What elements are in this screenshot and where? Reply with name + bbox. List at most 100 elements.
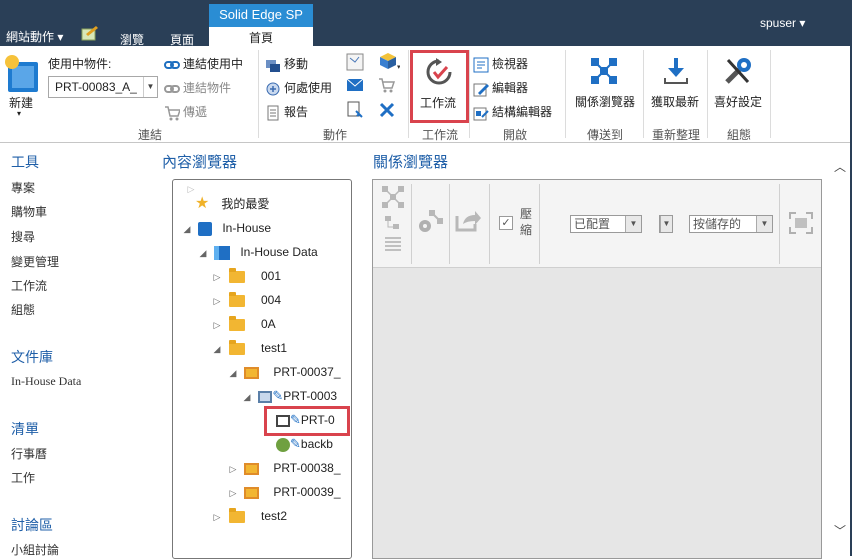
- nav-item-inhouse-data[interactable]: In-House Data: [11, 374, 81, 389]
- structure-editor-label: 結構編輯器: [492, 105, 553, 119]
- link-in-use-button[interactable]: 連結使用中: [164, 55, 243, 73]
- collapse-icon[interactable]: ◢: [227, 363, 239, 383]
- cart-button[interactable]: [378, 77, 396, 96]
- user-menu[interactable]: spuser ▾: [760, 16, 805, 30]
- nav-heading-lists[interactable]: 清單: [11, 419, 39, 439]
- share-button[interactable]: [455, 210, 481, 235]
- link-object-button[interactable]: 連結物件: [164, 79, 231, 97]
- new-button[interactable]: [4, 54, 42, 97]
- report-button[interactable]: 報告: [265, 103, 308, 121]
- tree-item-folder-test1[interactable]: ◢ test1: [211, 338, 287, 358]
- nav-item-project[interactable]: 專案: [11, 179, 35, 196]
- viewer-button[interactable]: 檢視器: [473, 55, 528, 73]
- object-in-use-combo[interactable]: PRT-00083_A_ ▼: [48, 76, 158, 98]
- folder-icon: [229, 267, 245, 283]
- scroll-up-icon[interactable]: ︿: [832, 158, 848, 174]
- get-latest-button[interactable]: 獲取最新: [651, 93, 699, 110]
- delete-button[interactable]: [378, 101, 396, 122]
- link-object-icon: [164, 84, 180, 93]
- relation-browser-panel[interactable]: ✓ 壓縮 已配置 ▼ ▼ 按儲存的 ▼: [372, 179, 822, 559]
- tree-item-inhouse[interactable]: ◢ In-House: [181, 218, 271, 238]
- part-document-icon: [244, 366, 260, 379]
- nav-item-tasks[interactable]: 工作: [11, 469, 35, 486]
- chevron-down-icon[interactable]: ▼: [756, 216, 772, 232]
- tree-item-prt-0003-child[interactable]: ◢ ✎PRT-0003: [241, 386, 338, 407]
- new-dropdown-arrow[interactable]: ▾: [17, 109, 21, 118]
- email-button[interactable]: [346, 77, 364, 96]
- tree-label: 004: [261, 293, 282, 307]
- tree-item-prt-00038[interactable]: ▷ PRT-00038_: [227, 458, 341, 478]
- page-scrollbar[interactable]: ︿ ﹀: [830, 150, 850, 546]
- edit-page-icon[interactable]: [80, 25, 98, 44]
- content-browser-tree[interactable]: ▷ ★ 我的最愛 ◢ In-House ◢ In-House Data ▷ 001 …: [172, 179, 352, 559]
- expand-icon[interactable]: ▷: [211, 267, 223, 287]
- expand-icon[interactable]: ▷: [227, 459, 239, 479]
- save-select[interactable]: 按儲存的 ▼: [689, 215, 773, 233]
- selected-item-highlight: [264, 406, 350, 436]
- nav-heading-library[interactable]: 文件庫: [11, 347, 53, 367]
- nav-item-calendar[interactable]: 行事曆: [11, 445, 47, 462]
- chevron-down-icon[interactable]: ▼: [143, 77, 157, 97]
- expand-icon[interactable]: ▷: [211, 291, 223, 311]
- tab-home[interactable]: 首頁: [209, 26, 313, 48]
- site-actions-menu[interactable]: 網站動作 ▾: [6, 28, 63, 45]
- tree-item-folder-0a[interactable]: ▷ 0A: [211, 314, 276, 334]
- relation-browser-button[interactable]: 關係瀏覽器: [575, 93, 635, 110]
- layout-tree-button[interactable]: [379, 184, 407, 259]
- get-latest-icon-wrap[interactable]: [662, 56, 690, 89]
- nav-heading-tools[interactable]: 工具: [11, 152, 39, 172]
- layout-select-value: 已配置: [574, 217, 611, 231]
- tree-item-prt-00039[interactable]: ▷ PRT-00039_: [227, 482, 341, 502]
- tree-item-backb[interactable]: ✎backb: [276, 434, 333, 454]
- group-label-action: 動作: [322, 128, 347, 142]
- nav-item-workflow[interactable]: 工作流: [11, 277, 47, 294]
- preferences-icon-wrap[interactable]: [722, 55, 754, 90]
- expand-icon[interactable]: ▷: [211, 315, 223, 335]
- nav-item-change-management[interactable]: 變更管理: [11, 253, 59, 270]
- editor-button[interactable]: 編輯器: [473, 79, 528, 97]
- collapse-icon[interactable]: ◢: [181, 219, 193, 239]
- object-combo-value: PRT-00083_A_: [55, 80, 137, 94]
- expand-icon[interactable]: ▷: [211, 507, 223, 527]
- nav-item-cart[interactable]: 購物車: [11, 203, 47, 220]
- structure-editor-button[interactable]: 結構編輯器: [473, 103, 552, 121]
- move-button[interactable]: 移動: [265, 55, 308, 73]
- layout-select[interactable]: 已配置 ▼: [570, 215, 642, 233]
- left-navigation: 工具 專案 購物車 搜尋 變更管理 工作流 組態 文件庫 In-House Da…: [0, 143, 160, 558]
- tree-item-favorites[interactable]: ★ 我的最愛: [195, 194, 269, 214]
- tree-item-folder-004[interactable]: ▷ 004: [211, 290, 281, 310]
- nav-heading-discussions[interactable]: 討論區: [11, 515, 53, 535]
- tree-item-folder-test2[interactable]: ▷ test2: [211, 506, 287, 526]
- package-button[interactable]: ▾: [378, 51, 401, 74]
- tree-label: 001: [261, 269, 282, 283]
- nav-item-team-discussion[interactable]: 小組討論: [11, 541, 59, 558]
- diagram-icon: [346, 53, 364, 71]
- collapse-icon[interactable]: ◢: [211, 339, 223, 359]
- collapse-icon[interactable]: ◢: [197, 243, 209, 263]
- tree-item-inhouse-data[interactable]: ◢ In-House Data: [197, 242, 318, 262]
- collapse-icon[interactable]: ◢: [241, 387, 253, 407]
- new-page-button[interactable]: [346, 101, 364, 122]
- nav-item-search[interactable]: 搜尋: [11, 228, 35, 245]
- tree-item-folder-001[interactable]: ▷ 001: [211, 266, 281, 286]
- small-select[interactable]: ▼: [659, 215, 673, 233]
- diagram-button[interactable]: [346, 53, 364, 74]
- settings-network-button[interactable]: [417, 208, 445, 237]
- tree-label: PRT-00039_: [273, 485, 341, 499]
- chevron-down-icon[interactable]: ▼: [625, 216, 641, 232]
- preferences-button[interactable]: 喜好設定: [714, 93, 762, 110]
- close-icon: [379, 102, 395, 118]
- scroll-down-icon[interactable]: ﹀: [832, 522, 848, 538]
- fit-view-button[interactable]: [789, 212, 813, 237]
- send-button[interactable]: 傳遞: [164, 103, 207, 121]
- expand-icon[interactable]: ▷: [227, 483, 239, 503]
- nav-item-config[interactable]: 組態: [11, 301, 35, 318]
- tree-item-prt-00037[interactable]: ◢ PRT-00037_: [227, 362, 341, 382]
- ribbon-divider: [643, 50, 644, 138]
- compress-checkbox[interactable]: ✓: [499, 216, 513, 230]
- relation-browser-icon-wrap[interactable]: [589, 56, 619, 89]
- where-used-button[interactable]: 何處使用: [265, 79, 332, 97]
- viewer-icon: [473, 57, 489, 73]
- chevron-down-icon[interactable]: ▼: [660, 216, 672, 232]
- tree-label: PRT-0003: [283, 389, 338, 403]
